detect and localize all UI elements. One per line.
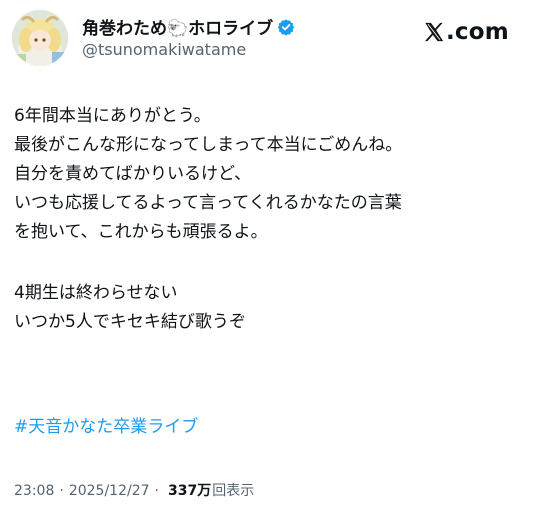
tweet-line: 自分を責めてばかりいるけど、	[14, 164, 252, 184]
x-brand-logo: .com	[423, 19, 509, 45]
tweet-line: 最後がこんな形になってしまって本当にごめんね。	[14, 135, 403, 155]
tweet-time[interactable]: 23:08	[14, 483, 54, 499]
brand-domain-text: .com	[446, 19, 509, 45]
hashtag-link[interactable]: #天音かなた卒業ライブ	[14, 413, 198, 442]
author-name-row[interactable]: 角巻わため🐑ホロライブ	[82, 14, 295, 39]
views-label: 回表示	[212, 483, 255, 499]
tweet-text: 6年間本当にありがとう。 最後がこんな形になってしまって本当にごめんね。 自分を…	[14, 102, 529, 337]
tweet-line: を抱いて、これからも頑張るよ。	[14, 222, 268, 242]
tweet-date[interactable]: 2025/12/27	[69, 483, 150, 499]
verified-badge-icon	[277, 18, 295, 36]
avatar[interactable]	[12, 10, 68, 66]
author-display-name[interactable]: 角巻わため🐑ホロライブ	[82, 14, 273, 39]
x-logo-icon	[425, 22, 444, 42]
tweet-line: いつか5人でキセキ結び歌うぞ	[14, 312, 246, 332]
author-handle[interactable]: @tsunomakiwatame	[82, 40, 246, 59]
tweet-meta: 23:08 · 2025/12/27 · 337万 回表示	[14, 480, 254, 500]
tweet-line: 4期生は終わらせない	[14, 283, 178, 303]
avatar-image	[12, 10, 68, 66]
tweet-line: いつも応援してるよって言ってくれるかなたの言葉	[14, 193, 402, 213]
views-count: 337万	[167, 483, 212, 499]
tweet-header: 角巻わため🐑ホロライブ @tsunomakiwatame .com	[0, 0, 538, 80]
meta-separator: ·	[154, 483, 159, 499]
meta-separator: ·	[59, 483, 64, 499]
tweet-line: 6年間本当にありがとう。	[14, 106, 211, 126]
